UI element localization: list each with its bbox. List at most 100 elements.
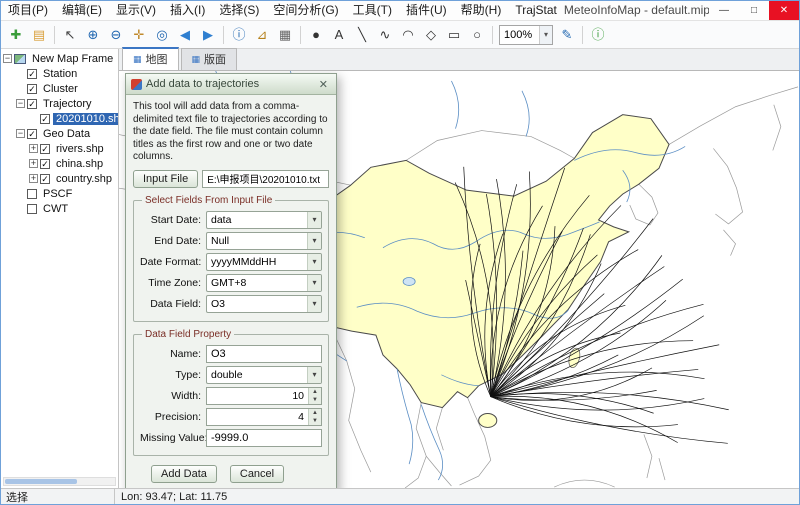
- new-freehand-button[interactable]: ∿: [374, 24, 396, 46]
- layer-checkbox[interactable]: ✓: [40, 174, 50, 184]
- zoom-in-tool-button[interactable]: ⊕: [82, 24, 104, 46]
- spinner-up-icon[interactable]: ▲: [309, 388, 321, 396]
- property-fields-group: Name:O3Type:double▾Width:10▲▼Precision:4…: [140, 345, 322, 447]
- menu-item-选择-s[interactable]: 选择(S): [212, 1, 266, 20]
- tree-item-new-map-frame[interactable]: −New Map Frame: [1, 51, 118, 66]
- tree-item-pscf[interactable]: PSCF: [1, 186, 118, 201]
- dialog-close-icon[interactable]: ✕: [316, 78, 331, 91]
- input-file-field[interactable]: E:\申报项目\20201010.txt: [202, 170, 329, 188]
- layer-checkbox[interactable]: ✓: [40, 144, 50, 154]
- field-label: Start Date:: [140, 214, 206, 226]
- layer-checkbox[interactable]: ✓: [27, 129, 37, 139]
- field-spinner-precision[interactable]: 4▲▼: [206, 408, 322, 426]
- tree-item-20201010-shp[interactable]: ✓20201010.shp: [1, 111, 118, 126]
- layer-checkbox[interactable]: [27, 204, 37, 214]
- attribute-table-button[interactable]: ▦: [274, 24, 296, 46]
- field-combo-data-field[interactable]: O3▾: [206, 295, 322, 313]
- tree-horizontal-scrollbar[interactable]: [3, 477, 116, 486]
- layer-checkbox[interactable]: ✓: [27, 99, 37, 109]
- spinner-buttons: ▲▼: [308, 388, 321, 404]
- toolbar-separator: [300, 26, 301, 44]
- open-file-button[interactable]: ▤: [28, 24, 50, 46]
- field-label: Width:: [140, 390, 206, 402]
- add-data-button[interactable]: Add Data: [151, 465, 217, 483]
- spinner-value: 4: [207, 411, 308, 423]
- select-tool-button[interactable]: ↖: [59, 24, 81, 46]
- dialog-titlebar[interactable]: Add data to trajectories ✕: [126, 74, 336, 95]
- field-combo-end-date[interactable]: Null▾: [206, 232, 322, 250]
- menu-item-插件-u[interactable]: 插件(U): [399, 1, 454, 20]
- new-point-button[interactable]: ●: [305, 24, 327, 46]
- menu-item-空间分析-g[interactable]: 空间分析(G): [266, 1, 345, 20]
- tree-item-trajectory[interactable]: −✓Trajectory: [1, 96, 118, 111]
- collapse-icon[interactable]: −: [16, 129, 25, 138]
- prev-view-button[interactable]: ◀: [174, 24, 196, 46]
- layer-checkbox[interactable]: ✓: [40, 114, 50, 124]
- collapse-icon[interactable]: −: [16, 99, 25, 108]
- tree-item-cluster[interactable]: ✓Cluster: [1, 81, 118, 96]
- new-point-icon: ●: [312, 28, 320, 41]
- layer-checkbox[interactable]: [27, 189, 37, 199]
- pan-tool-button[interactable]: ✛: [128, 24, 150, 46]
- field-combo-date-format[interactable]: yyyyMMddHH▾: [206, 253, 322, 271]
- field-input-name[interactable]: O3: [206, 345, 322, 363]
- dialog-icon: [131, 79, 142, 90]
- scrollbar-thumb[interactable]: [5, 479, 77, 484]
- tree-item-geo-data[interactable]: −✓Geo Data: [1, 126, 118, 141]
- titlebar: 项目(P)编辑(E)显示(V)插入(I)选择(S)空间分析(G)工具(T)插件(…: [1, 1, 799, 21]
- full-extent-button[interactable]: ◎: [151, 24, 173, 46]
- tab-地图[interactable]: ▦地图: [122, 47, 179, 70]
- expand-icon[interactable]: +: [29, 174, 38, 183]
- tree-item-rivers-shp[interactable]: +✓rivers.shp: [1, 141, 118, 156]
- layer-checkbox[interactable]: ✓: [27, 84, 37, 94]
- field-spinner-width[interactable]: 10▲▼: [206, 387, 322, 405]
- menu-item-插入-i[interactable]: 插入(I): [163, 1, 212, 20]
- field-input-missing-value[interactable]: -9999.0: [206, 429, 322, 447]
- menu-item-trajstat[interactable]: TrajStat: [508, 1, 564, 20]
- measure-button[interactable]: ⊿: [251, 24, 273, 46]
- spinner-down-icon[interactable]: ▼: [309, 396, 321, 404]
- collapse-icon[interactable]: −: [3, 54, 12, 63]
- layer-checkbox[interactable]: ✓: [27, 69, 37, 79]
- field-row: Data Field:O3▾: [140, 295, 322, 313]
- new-circle-button[interactable]: ○: [466, 24, 488, 46]
- tree-item-china-shp[interactable]: +✓china.shp: [1, 156, 118, 171]
- tree-item-station[interactable]: ✓Station: [1, 66, 118, 81]
- menu-item-编辑-e[interactable]: 编辑(E): [55, 1, 109, 20]
- field-combo-start-date[interactable]: data▾: [206, 211, 322, 229]
- new-polygon-button[interactable]: ◇: [420, 24, 442, 46]
- zoom-out-tool-button[interactable]: ⊖: [105, 24, 127, 46]
- expand-icon[interactable]: +: [29, 144, 38, 153]
- menu-item-项目-p[interactable]: 项目(P): [1, 1, 55, 20]
- maximize-button[interactable]: □: [739, 1, 769, 20]
- tree-item-cwt[interactable]: CWT: [1, 201, 118, 216]
- tree-item-country-shp[interactable]: +✓country.shp: [1, 171, 118, 186]
- expand-icon[interactable]: +: [29, 159, 38, 168]
- close-button[interactable]: ✕: [769, 1, 799, 20]
- about-button[interactable]: ⓘ: [587, 24, 609, 46]
- layer-checkbox[interactable]: ✓: [40, 159, 50, 169]
- menu-item-工具-t[interactable]: 工具(T): [346, 1, 399, 20]
- cancel-button[interactable]: Cancel: [230, 465, 284, 483]
- spinner-up-icon[interactable]: ▲: [309, 409, 321, 417]
- add-frame-button[interactable]: ✚: [5, 24, 27, 46]
- input-file-button[interactable]: Input File: [133, 170, 198, 188]
- field-combo-time-zone[interactable]: GMT+8▾: [206, 274, 322, 292]
- minimize-button[interactable]: —: [709, 1, 739, 20]
- meteoinfomap-window: 项目(P)编辑(E)显示(V)插入(I)选择(S)空间分析(G)工具(T)插件(…: [0, 0, 800, 505]
- new-curve-button[interactable]: ◠: [397, 24, 419, 46]
- select-tool-icon: ↖: [65, 28, 76, 41]
- next-view-button[interactable]: ▶: [197, 24, 219, 46]
- menu-item-帮助-h[interactable]: 帮助(H): [454, 1, 509, 20]
- tab-版面[interactable]: ▦版面: [181, 48, 238, 70]
- zoom-level-combo[interactable]: 100%▾: [499, 25, 553, 45]
- new-label-button[interactable]: A: [328, 24, 350, 46]
- edit-vertices-button[interactable]: ✎: [556, 24, 578, 46]
- map-canvas[interactable]: Add data to trajectories ✕ This tool wil…: [119, 71, 799, 488]
- field-combo-type[interactable]: double▾: [206, 366, 322, 384]
- new-polyline-button[interactable]: ╲: [351, 24, 373, 46]
- new-rectangle-button[interactable]: ▭: [443, 24, 465, 46]
- menu-item-显示-v[interactable]: 显示(V): [109, 1, 163, 20]
- identify-button[interactable]: ⓘ: [228, 24, 250, 46]
- spinner-down-icon[interactable]: ▼: [309, 417, 321, 425]
